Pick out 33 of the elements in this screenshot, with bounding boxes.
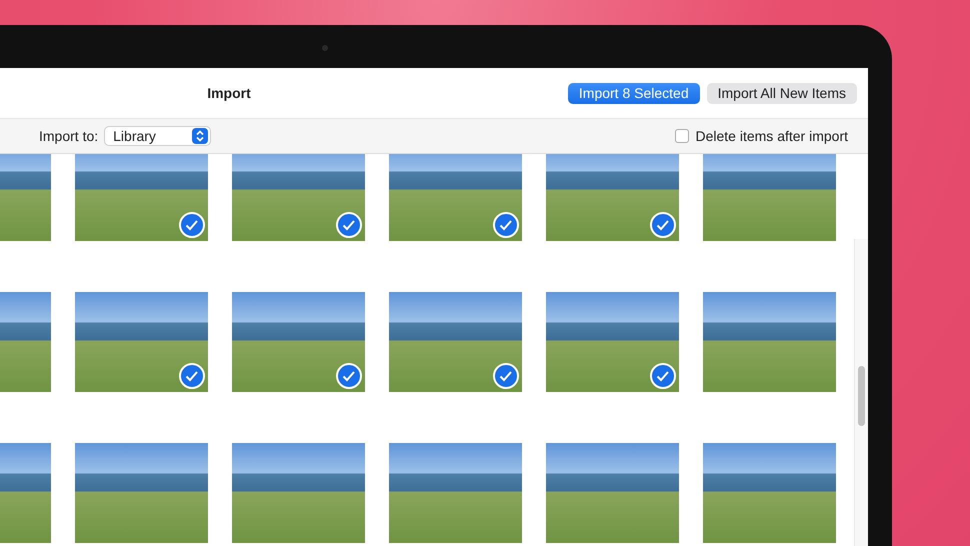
checkmark-icon [493, 212, 519, 238]
checkmark-icon [650, 212, 676, 238]
photo-placeholder[interactable] [75, 443, 208, 543]
import-selected-button[interactable]: Import 8 Selected [568, 82, 700, 104]
photo-placeholder[interactable] [232, 154, 365, 241]
checkmark-icon [179, 363, 205, 389]
import-all-button[interactable]: Import All New Items [706, 82, 857, 104]
checkmark-icon [650, 363, 676, 389]
import-to-label: Import to: [39, 128, 98, 144]
photo-placeholder[interactable] [75, 292, 208, 392]
checkmark-icon [336, 212, 362, 238]
stepper-icon [192, 128, 208, 144]
checkmark-icon [179, 212, 205, 238]
photo-placeholder[interactable] [389, 154, 522, 241]
photo-placeholder[interactable] [703, 443, 836, 543]
photo-placeholder[interactable] [232, 443, 365, 543]
photo-placeholder[interactable] [546, 154, 679, 241]
photo-placeholder[interactable] [232, 292, 365, 392]
delete-items-label: Delete items after import [696, 128, 848, 144]
photo-placeholder[interactable] [703, 292, 836, 392]
scrollbar[interactable] [854, 239, 868, 546]
destination-dropdown[interactable]: Library [104, 126, 212, 146]
photo-placeholder[interactable] [703, 154, 836, 241]
photo-placeholder[interactable] [546, 292, 679, 392]
photo-placeholder[interactable] [389, 292, 522, 392]
camera-icon [322, 45, 328, 51]
delete-checkbox[interactable] [674, 129, 688, 143]
photo-placeholder[interactable] [389, 443, 522, 543]
window-title: Import [206, 85, 252, 101]
photo-placeholder[interactable] [546, 443, 679, 543]
photo-placeholder[interactable] [75, 154, 208, 241]
checkmark-icon [493, 363, 519, 389]
checkmark-icon [336, 363, 362, 389]
